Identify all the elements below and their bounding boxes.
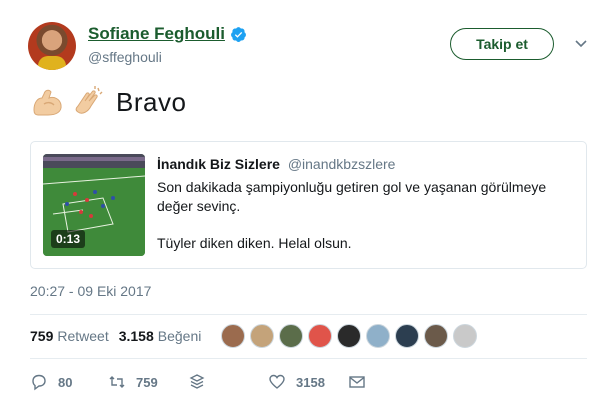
direct-message-action[interactable]	[348, 373, 366, 391]
user-avatar[interactable]	[28, 22, 76, 70]
verified-badge-icon	[231, 26, 246, 42]
liker-avatar[interactable]	[424, 324, 449, 348]
tweet-timestamp[interactable]: 20:27 - 09 Eki 2017	[30, 283, 151, 299]
like-action-count: 3158	[296, 374, 325, 390]
retweet-label[interactable]: Retweet	[57, 328, 108, 344]
tweet-text: Bravo	[30, 84, 186, 120]
tweet-actions: 80 759 3158	[30, 370, 366, 394]
quoted-author-name[interactable]: İnandık Biz Sizlere	[157, 156, 280, 172]
liker-avatar[interactable]	[453, 324, 478, 348]
user-handle[interactable]: @sffeghouli	[88, 49, 162, 65]
quoted-text-line: Son dakikada şampiyonluğu getiren gol ve…	[157, 179, 547, 214]
tweet-header: Sofiane Feghouli @sffeghouli Takip et	[28, 22, 598, 76]
divider	[30, 358, 587, 359]
quoted-text-line: Tüyler diken diken. Helal olsun.	[157, 235, 352, 251]
chevron-down-icon[interactable]	[574, 36, 588, 50]
liker-avatar[interactable]	[250, 324, 275, 348]
video-duration: 0:13	[51, 230, 86, 248]
liker-avatar[interactable]	[308, 324, 333, 348]
reply-icon	[32, 374, 46, 391]
retweet-action[interactable]: 759	[108, 373, 188, 391]
like-action[interactable]: 3158	[268, 373, 348, 391]
liker-avatar[interactable]	[279, 324, 304, 348]
liker-avatar[interactable]	[366, 324, 391, 348]
liker-avatar[interactable]	[395, 324, 420, 348]
clapping-hands-emoji	[75, 86, 103, 114]
follow-button[interactable]: Takip et	[450, 28, 554, 60]
retweet-icon	[109, 376, 125, 388]
like-count[interactable]: 3.158	[119, 328, 154, 344]
reply-count: 80	[58, 374, 73, 390]
heart-icon	[269, 374, 285, 389]
name-row: Sofiane Feghouli	[88, 24, 247, 44]
flexed-biceps-emoji	[33, 89, 62, 116]
like-label[interactable]: Beğeni	[158, 328, 202, 344]
quoted-author-handle[interactable]: @inandkbzszlere	[288, 156, 396, 172]
envelope-icon	[349, 376, 365, 388]
tweet-stats: 759 Retweet 3.158 Beğeni	[30, 322, 482, 350]
quoted-tweet-card[interactable]: 0:13 İnandık Biz Sizlere @inandkbzszlere…	[30, 141, 587, 269]
retweet-action-count: 759	[136, 374, 158, 390]
quoted-tweet-text: Son dakikada şampiyonluğu getiren gol ve…	[157, 178, 567, 253]
divider	[30, 314, 587, 315]
layers-icon	[189, 374, 205, 389]
reply-action[interactable]: 80	[30, 373, 108, 391]
display-name[interactable]: Sofiane Feghouli	[88, 24, 225, 44]
liker-avatar[interactable]	[221, 324, 246, 348]
quoted-author: İnandık Biz Sizlere @inandkbzszlere	[157, 156, 395, 172]
tweet-body: Bravo	[116, 86, 187, 117]
liker-avatar[interactable]	[337, 324, 362, 348]
retweet-count[interactable]: 759	[30, 328, 53, 344]
liker-avatars	[221, 324, 482, 348]
video-thumbnail[interactable]: 0:13	[43, 154, 145, 256]
share-stack-action[interactable]	[188, 373, 268, 391]
